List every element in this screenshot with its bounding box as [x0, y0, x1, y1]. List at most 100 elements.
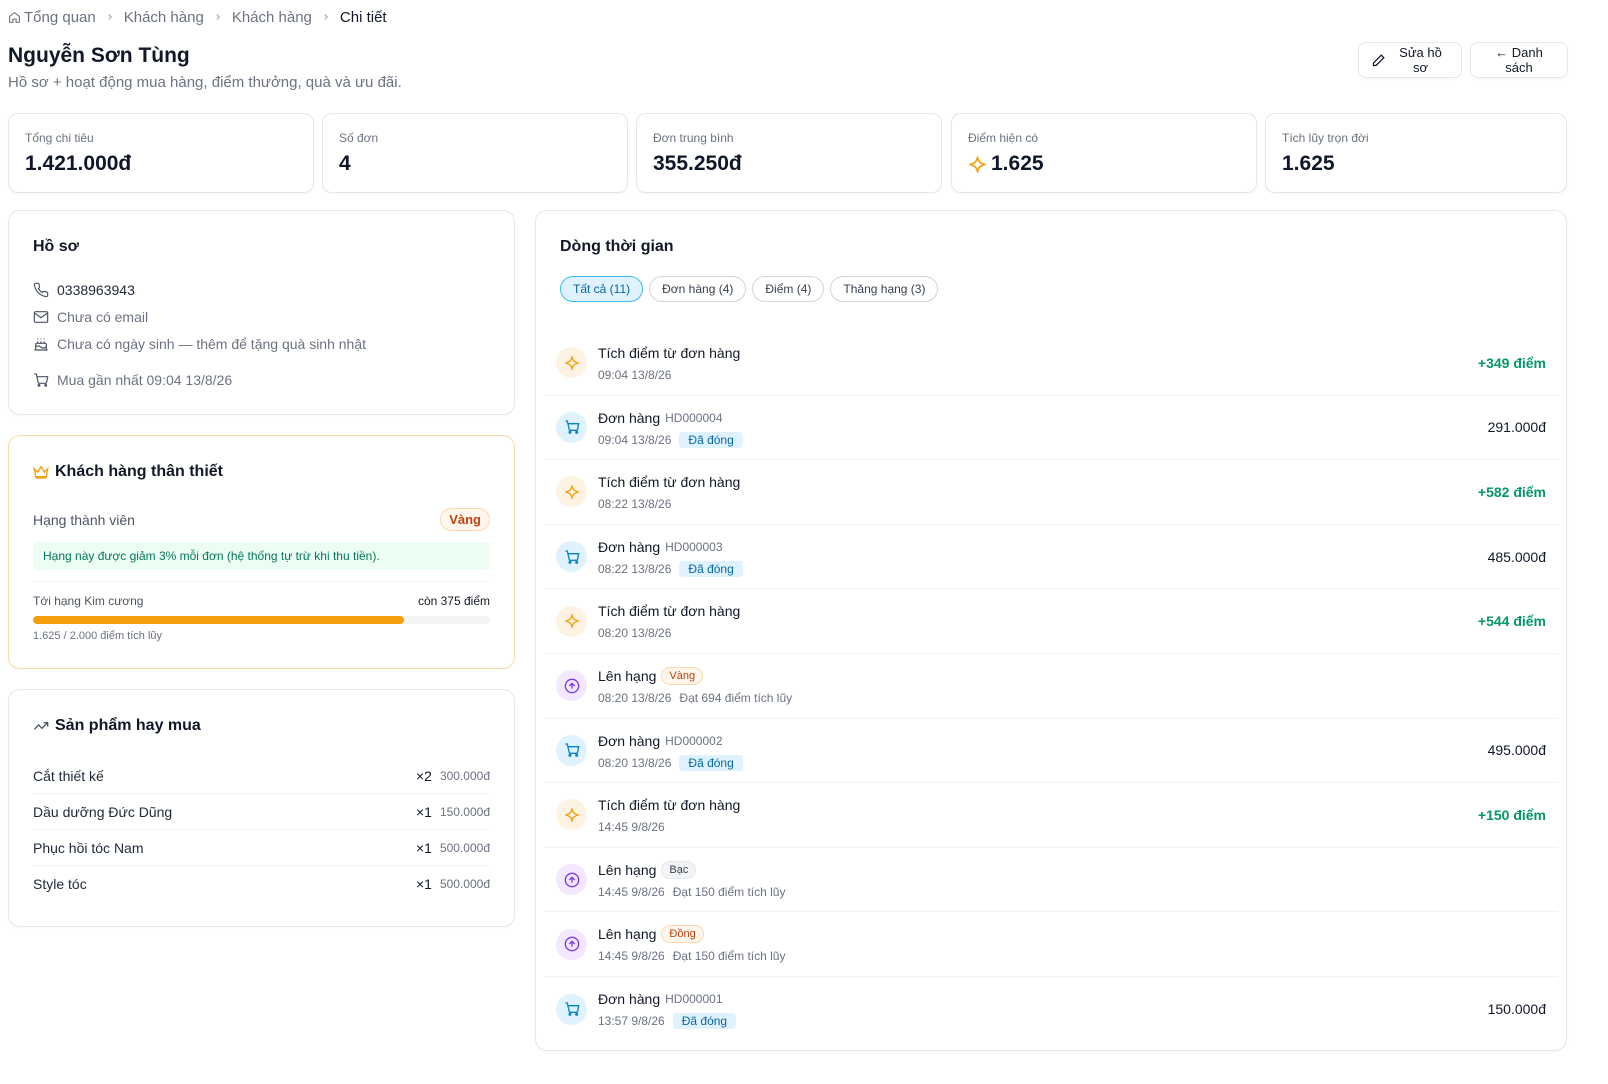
order-code: HD000002	[665, 733, 723, 748]
timeline-item-title: Lên hạng	[598, 861, 657, 878]
phone-icon	[33, 282, 49, 298]
sparkle-icon	[556, 476, 587, 508]
arrow-up-circle-icon	[556, 864, 587, 896]
timeline-item-title: Tích điểm từ đơn hàng	[598, 797, 741, 814]
timeline-item-title: Đơn hàng	[598, 990, 661, 1007]
product-name: Phục hồi tóc Nam	[33, 839, 144, 856]
timeline-item[interactable]: Đơn hàng HD000002 08:20 13/8/26 Đã đóng 495.…	[544, 719, 1558, 784]
divider	[33, 581, 490, 582]
remaining-points: còn 375 điểm	[417, 594, 490, 608]
arrow-up-circle-icon	[556, 928, 587, 960]
back-to-list-label: ← Danh sách	[1495, 45, 1543, 75]
tier-pill: Vàng	[661, 666, 704, 685]
order-code: HD000001	[665, 991, 723, 1006]
timeline-item-amount: +544 điểm	[1477, 613, 1546, 630]
tier-progress-fill	[33, 616, 405, 624]
timeline-item-body: Đơn hàng HD000002 08:20 13/8/26 Đã đóng	[598, 731, 743, 772]
timeline-item[interactable]: Đơn hàng HD000004 09:04 13/8/26 Đã đóng 291.…	[544, 396, 1558, 461]
tier-note: Đạt 150 điểm tích lũy	[672, 884, 786, 899]
birthday-value: Chưa có ngày sinh — thêm để tặng quà sin…	[57, 336, 367, 352]
page-title: Nguyễn Sơn Tùng	[8, 44, 190, 67]
timeline-item-meta: 08:20 13/8/26 Đã đóng	[598, 754, 743, 772]
sparkle-icon	[556, 347, 587, 379]
timeline-item-time: 14:45 9/8/26	[598, 820, 665, 835]
timeline-item-amount: +150 điểm	[1477, 806, 1546, 823]
stat-average-order: Đơn trung bình 355.250đ	[636, 113, 942, 193]
chevron-right-icon	[105, 12, 115, 22]
product-item: Phục hồi tóc Nam ×1 500.000đ	[33, 830, 490, 866]
tab-orders[interactable]: Đơn hàng (4)	[649, 276, 747, 302]
order-status-badge: Đã đóng	[672, 1012, 737, 1029]
product-qty: ×2	[415, 767, 432, 784]
timeline-item-amount: 150.000đ	[1487, 1001, 1546, 1018]
stat-current-points: Điểm hiện có 1.625	[951, 113, 1257, 193]
breadcrumb-customers[interactable]: Khách hàng	[124, 9, 204, 26]
sparkle-icon	[556, 799, 587, 831]
arrow-up-circle-icon	[556, 670, 587, 702]
next-tier-label: Tới hạng Kim cương	[33, 594, 144, 608]
breadcrumb: Tổng quan Khách hàng Khách hàng Chi tiết	[8, 7, 387, 27]
product-item: Style tóc ×1 500.000đ	[33, 866, 490, 902]
order-code: HD000004	[665, 410, 723, 425]
timeline-item-body: Tích điểm từ đơn hàng 14:45 9/8/26	[598, 795, 740, 836]
tab-tier-upgrades[interactable]: Thăng hạng (3)	[830, 276, 939, 302]
timeline-item-body: Tích điểm từ đơn hàng 08:20 13/8/26	[598, 601, 740, 642]
cart-icon	[556, 734, 587, 766]
stat-value: 355.250đ	[653, 152, 742, 175]
timeline-item-time: 08:20 13/8/26	[598, 626, 672, 641]
tab-points[interactable]: Điểm (4)	[752, 276, 825, 302]
timeline-item: Tích điểm từ đơn hàng 14:45 9/8/26 +150 đi…	[544, 783, 1558, 848]
trending-up-icon	[33, 718, 49, 734]
product-price: 300.000đ	[439, 768, 490, 783]
order-status-badge: Đã đóng	[679, 560, 743, 577]
tier-row: Hạng thành viên Vàng	[33, 508, 490, 531]
timeline-item-heading: Lên hạng Bạc	[598, 860, 785, 880]
timeline-item-body: Tích điểm từ đơn hàng 08:22 13/8/26	[598, 472, 740, 513]
last-purchase-row: Mua gần nhất 09:04 13/8/26	[33, 372, 232, 388]
product-item: Dầu dưỡng Đức Dũng ×1 150.000đ	[33, 794, 490, 830]
timeline-item-time: 09:04 13/8/26	[598, 432, 672, 447]
timeline-item-body: Đơn hàng HD000001 13:57 9/8/26 Đã đóng	[598, 989, 737, 1030]
timeline-item-meta: 08:20 13/8/26	[598, 624, 740, 642]
timeline-item-body: Lên hạng Bạc 14:45 9/8/26 Đạt 150 điểm tích…	[598, 860, 785, 901]
timeline-item-heading: Lên hạng Đồng	[598, 924, 785, 944]
product-list: Cắt thiết kế ×2 300.000đ Dầu dưỡng Đức Dũn…	[33, 758, 490, 902]
timeline-item-body: Tích điểm từ đơn hàng 09:04 13/8/26	[598, 343, 740, 384]
stat-label: Số đơn	[339, 131, 379, 145]
chevron-right-icon	[213, 12, 223, 22]
stat-value: 1.421.000đ	[25, 152, 132, 175]
timeline-item-amount: 485.000đ	[1487, 548, 1546, 565]
timeline-item-amount: +582 điểm	[1477, 483, 1546, 500]
timeline-item-amount: 495.000đ	[1487, 742, 1546, 759]
breadcrumb-home[interactable]: Tổng quan	[8, 9, 96, 26]
birthday-row: Chưa có ngày sinh — thêm để tặng quà sin…	[33, 336, 366, 352]
edit-profile-button[interactable]: Sửa hồ sơ	[1358, 42, 1462, 78]
sparkle-icon	[968, 155, 987, 174]
timeline-item-meta: 08:20 13/8/26 Đạt 694 điểm tích lũy	[598, 689, 792, 707]
product-name: Style tóc	[33, 876, 87, 892]
mail-icon	[33, 309, 49, 325]
timeline-item-time: 14:45 9/8/26	[598, 949, 665, 964]
stat-lifetime-points: Tích lũy trọn đời 1.625	[1265, 113, 1567, 193]
loyalty-title: Khách hàng thân thiết	[55, 463, 223, 480]
timeline-item-heading: Đơn hàng HD000004	[598, 408, 743, 428]
products-title: Sản phẩm hay mua	[55, 717, 201, 734]
timeline-item-meta: 13:57 9/8/26 Đã đóng	[598, 1012, 737, 1030]
product-qty: ×1	[415, 876, 432, 892]
timeline-item[interactable]: Đơn hàng HD000001 13:57 9/8/26 Đã đóng 150.0…	[544, 977, 1558, 1042]
product-qty: ×1	[415, 803, 432, 820]
profile-title: Hồ sơ	[33, 238, 80, 255]
timeline-item[interactable]: Đơn hàng HD000003 08:22 13/8/26 Đã đóng 485.…	[544, 525, 1558, 590]
timeline-item-time: 08:20 13/8/26	[598, 755, 672, 770]
timeline-item: Lên hạng Đồng 14:45 9/8/26 Đạt 150 điểm tíc…	[544, 912, 1558, 977]
tab-all[interactable]: Tất cả (11)	[560, 276, 644, 302]
product-item: Cắt thiết kế ×2 300.000đ	[33, 758, 490, 794]
timeline-card: Dòng thời gian Tất cả (11) Đơn hàng (4) …	[535, 210, 1567, 1051]
stat-label: Tích lũy trọn đời	[1282, 131, 1369, 145]
back-to-list-button[interactable]: ← Danh sách	[1470, 42, 1568, 78]
timeline-item-heading: Đơn hàng HD000003	[598, 537, 743, 557]
product-price: 500.000đ	[439, 840, 490, 855]
progress-caption: 1.625 / 2.000 điểm tích lũy	[33, 630, 163, 642]
breadcrumb-customers-list[interactable]: Khách hàng	[232, 9, 312, 26]
products-title-wrap: Sản phẩm hay mua	[33, 717, 201, 735]
